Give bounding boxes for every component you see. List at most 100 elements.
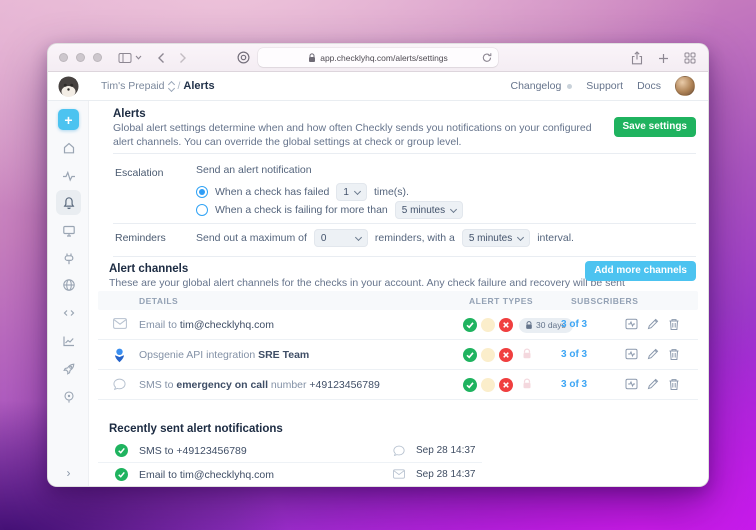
app-sidebar: + ›	[48, 101, 89, 486]
share-button[interactable]	[631, 51, 643, 65]
recent-row: SMS to +49123456789 Sep 28 14:37	[98, 439, 482, 463]
minimize-window-button[interactable]	[76, 53, 85, 62]
email-envelope-icon	[393, 469, 405, 482]
recent-notifications-title: Recently sent alert notifications	[109, 423, 283, 435]
alert-type-recovery-icon[interactable]	[499, 318, 513, 332]
col-subscribers: SUBSCRIBERS	[571, 296, 639, 306]
lock-icon	[526, 320, 532, 329]
docs-link[interactable]: Docs	[637, 80, 661, 92]
edit-pencil-icon[interactable]	[647, 318, 659, 331]
reminders-interval-select[interactable]: 5 minutes	[461, 229, 531, 247]
sidebar-code-icon[interactable]	[56, 300, 81, 325]
col-alert-types: ALERT TYPES	[469, 296, 534, 306]
reminders-text1: Send out a maximum of	[196, 232, 307, 244]
sidebar-private-location-icon[interactable]	[56, 384, 81, 409]
alert-type-failure-icon[interactable]	[463, 378, 477, 392]
delete-trash-icon[interactable]	[668, 318, 680, 331]
subscribers-link[interactable]: 3 of 3	[561, 349, 587, 360]
failing-duration-select[interactable]: 5 minutes	[394, 201, 464, 219]
delete-trash-icon[interactable]	[668, 378, 680, 391]
alert-type-degraded-icon[interactable]	[481, 348, 495, 362]
col-details: DETAILS	[139, 296, 179, 306]
opsgenie-icon	[113, 348, 126, 366]
sms-bubble-icon	[393, 445, 405, 460]
radio-check-failing[interactable]	[196, 204, 208, 216]
delete-trash-icon[interactable]	[668, 348, 680, 361]
sidebar-expand-chevron[interactable]: ›	[48, 466, 89, 480]
new-tab-button[interactable]	[658, 53, 669, 64]
changelog-link[interactable]: Changelog	[510, 80, 561, 92]
page-title: Alerts	[183, 80, 215, 92]
divider	[113, 256, 696, 257]
reminders-row: Send out a maximum of 0 reminders, with …	[196, 229, 574, 247]
browser-toolbar: app.checklyhq.com/alerts/settings	[48, 44, 708, 72]
create-check-plus-button[interactable]: +	[58, 109, 79, 130]
checkly-logo[interactable]	[58, 76, 79, 97]
add-more-channels-button[interactable]: Add more channels	[585, 261, 696, 281]
subscribers-link[interactable]: 3 of 3	[561, 319, 587, 330]
sidebar-chevron-icon[interactable]	[135, 55, 142, 60]
zoom-window-button[interactable]	[93, 53, 102, 62]
alert-type-failure-icon[interactable]	[463, 348, 477, 362]
failed-prefix-text: When a check has failed	[215, 186, 330, 198]
success-check-icon	[115, 468, 128, 481]
app-header: Tim's Prepaid / Alerts Changelog Support…	[48, 72, 708, 101]
extension-blocker-icon[interactable]	[237, 51, 250, 64]
success-check-icon	[115, 444, 128, 457]
reminders-label: Reminders	[115, 232, 166, 244]
radio-check-failed[interactable]	[196, 186, 208, 198]
account-updown-icon	[168, 80, 176, 92]
send-test-alert-icon[interactable]	[625, 348, 638, 361]
user-avatar[interactable]	[675, 76, 695, 96]
recent-notifications-list: SMS to +49123456789 Sep 28 14:37 Email t…	[98, 439, 482, 486]
sidebar-alerts-bell-icon[interactable]	[56, 190, 81, 215]
changelog-badge	[567, 83, 573, 89]
send-test-alert-icon[interactable]	[625, 378, 638, 391]
sidebar-rocket-icon[interactable]	[56, 356, 81, 381]
alerts-section-title: Alerts	[113, 108, 146, 120]
escalation-option-failing: When a check is failing for more than 5 …	[196, 201, 464, 219]
alerts-section-description: Global alert settings determine when and…	[113, 122, 592, 148]
sidebar-checks-pulse-icon[interactable]	[56, 163, 81, 188]
reminders-text2: reminders, with a	[374, 232, 455, 244]
sidebar-globe-icon[interactable]	[56, 272, 81, 297]
subscribers-link[interactable]: 3 of 3	[561, 379, 587, 390]
forward-button[interactable]	[179, 52, 187, 64]
failing-prefix-text: When a check is failing for more than	[215, 204, 388, 216]
sidebar-status-pages-icon[interactable]	[56, 246, 81, 271]
alert-type-degraded-icon[interactable]	[481, 378, 495, 392]
alert-type-failure-icon[interactable]	[463, 318, 477, 332]
desktop-wallpaper: app.checklyhq.com/alerts/settings Tim's …	[0, 0, 756, 530]
reload-button[interactable]	[482, 52, 492, 63]
sidebar-analytics-icon[interactable]	[56, 328, 81, 353]
alert-type-recovery-icon[interactable]	[499, 348, 513, 362]
recent-row: Email to tim@checklyhq.com Sep 28 14:37	[98, 463, 482, 486]
save-settings-button[interactable]: Save settings	[613, 117, 696, 137]
sms-bubble-icon	[113, 378, 126, 394]
account-switcher[interactable]: Tim's Prepaid	[101, 80, 176, 92]
tab-overview-button[interactable]	[684, 52, 696, 64]
sidebar-dashboards-icon[interactable]	[56, 218, 81, 243]
edit-pencil-icon[interactable]	[647, 348, 659, 361]
divider	[113, 153, 696, 154]
notification-timestamp: Sep 28 14:37	[416, 445, 476, 456]
reminders-max-select[interactable]: 0	[313, 229, 368, 247]
account-name: Tim's Prepaid	[101, 80, 165, 92]
escalation-intro: Send an alert notification	[196, 164, 312, 176]
reminders-text3: interval.	[537, 232, 574, 244]
traffic-lights	[59, 53, 102, 62]
email-envelope-icon	[113, 318, 127, 332]
send-test-alert-icon[interactable]	[625, 318, 638, 331]
failed-count-select[interactable]: 1	[336, 183, 367, 201]
channel-row-email: Email to tim@checklyhq.com 30 days 3 of …	[98, 310, 698, 340]
close-window-button[interactable]	[59, 53, 68, 62]
alert-type-recovery-icon[interactable]	[499, 378, 513, 392]
sidebar-home-icon[interactable]	[56, 135, 81, 160]
alert-type-degraded-icon[interactable]	[481, 318, 495, 332]
back-button[interactable]	[157, 52, 165, 64]
channels-table: Email to tim@checklyhq.com 30 days 3 of …	[98, 310, 698, 400]
support-link[interactable]: Support	[586, 80, 623, 92]
edit-pencil-icon[interactable]	[647, 378, 659, 391]
sidebar-toggle-icon[interactable]	[118, 52, 132, 64]
address-bar[interactable]: app.checklyhq.com/alerts/settings	[258, 48, 498, 67]
